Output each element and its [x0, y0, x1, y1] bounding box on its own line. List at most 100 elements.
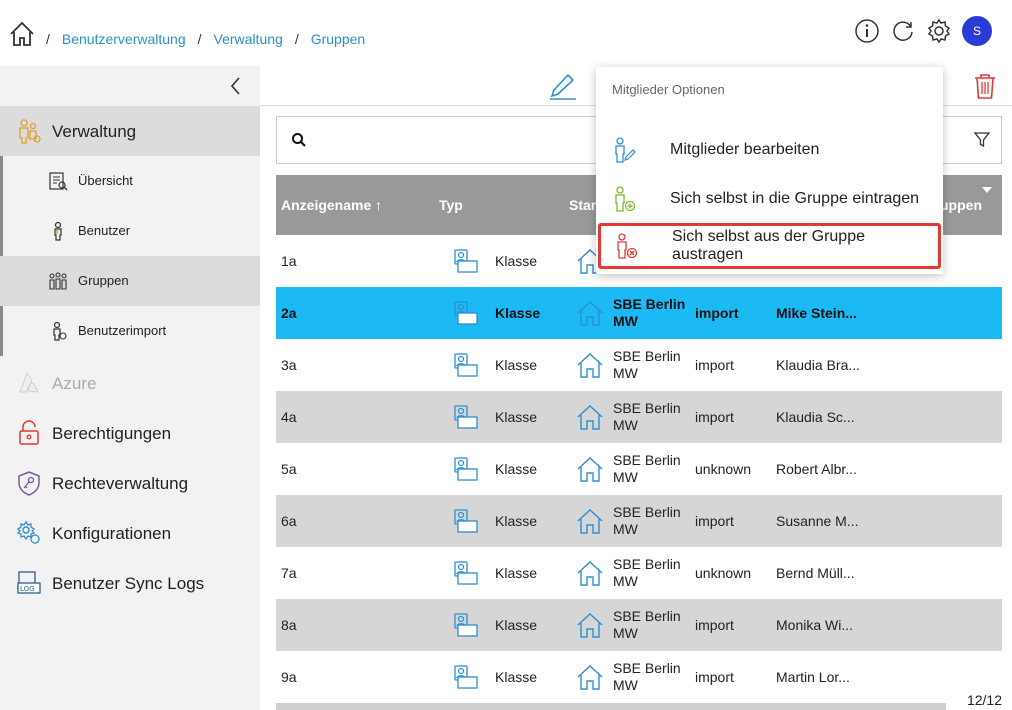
table-row[interactable]: 3a Klasse SBE Berlin MW import Klaudia Bra..…	[276, 339, 1002, 391]
user-icon	[54, 221, 62, 241]
lock-icon	[19, 420, 39, 445]
sidebar-item-benutzer[interactable]: Benutzer	[0, 206, 260, 256]
location-house-icon	[577, 301, 603, 326]
class-icon	[454, 301, 478, 325]
cell-owner: Susanne M...	[776, 513, 859, 529]
menu-item-label: Sich selbst in die Gruppe eintragen	[670, 190, 920, 207]
svg-text:LOG: LOG	[20, 585, 35, 593]
info-icon[interactable]	[854, 18, 880, 44]
menu-item-join-group[interactable]: Sich selbst in die Gruppe eintragen	[596, 176, 943, 222]
sidebar-item-label: Verwaltung	[52, 122, 137, 141]
class-icon	[454, 405, 478, 429]
class-icon	[454, 509, 478, 533]
cell-quelle: import	[695, 513, 734, 529]
header-actions: S	[854, 16, 992, 46]
cell-typ-icon	[452, 339, 480, 391]
user-add-icon	[615, 186, 636, 212]
pencil-icon[interactable]	[546, 70, 578, 102]
sidebar-item-berechtigungen[interactable]: Berechtigungen	[0, 408, 260, 458]
gear-icon[interactable]	[926, 18, 952, 44]
cell-owner: Klaudia Sc...	[776, 409, 855, 425]
sidebar-item-azure[interactable]: Azure	[0, 358, 260, 408]
chevron-left-icon[interactable]	[228, 76, 244, 96]
location-house-icon	[577, 353, 603, 378]
breadcrumb-separator: /	[46, 31, 50, 47]
location-house-icon	[577, 457, 603, 482]
menu-item-edit-members[interactable]: Mitglieder bearbeiten	[596, 127, 943, 173]
column-header-standort[interactable]: Stan	[569, 197, 599, 213]
log-file-icon: LOG	[17, 571, 41, 594]
home-icon[interactable]	[8, 20, 36, 48]
cell-standort: SBE Berlin MW	[613, 556, 681, 589]
filter-icon[interactable]	[973, 131, 991, 149]
sidebar-item-label: Übersicht	[78, 173, 133, 188]
breadcrumb-gruppen[interactable]: Gruppen	[311, 31, 365, 47]
table-row[interactable]: 7a Klasse SBE Berlin MW unknown Bernd Müll..…	[276, 547, 1002, 599]
cell-anzeigename: 9a	[281, 669, 297, 685]
cell-owner: Robert Albr...	[776, 461, 857, 477]
sidebar-item-gruppen[interactable]: Gruppen	[0, 256, 260, 306]
cell-typ: Klasse	[495, 357, 538, 373]
user-import-icon	[53, 321, 67, 341]
class-icon	[454, 353, 478, 377]
cell-standort: SBE Berlin MW	[613, 504, 681, 537]
horizontal-scrollbar[interactable]	[276, 703, 946, 710]
column-header-gruppen[interactable]: uppen	[940, 197, 982, 213]
table-row[interactable]: 4a Klasse SBE Berlin MW import Klaudia Sc...	[276, 391, 1002, 443]
menu-title: Mitglieder Optionen	[612, 82, 725, 97]
cell-standort: SBE Berlin MW	[613, 400, 681, 433]
cell-quelle: import	[695, 409, 734, 425]
table-row[interactable]: 5a Klasse SBE Berlin MW unknown Robert Albr.…	[276, 443, 1002, 495]
cell-typ-icon	[452, 547, 480, 599]
sidebar: Verwaltung Übersicht Benutzer Gruppen Be…	[0, 66, 260, 710]
cell-quelle: import	[695, 669, 734, 685]
app-header: / Benutzerverwaltung / Verwaltung / Grup…	[0, 0, 1012, 66]
chevron-down-icon[interactable]	[982, 187, 992, 193]
cell-typ: Klasse	[495, 305, 541, 321]
search-icon	[292, 133, 306, 147]
table-row[interactable]: 8a Klasse SBE Berlin MW import Monika Wi...	[276, 599, 1002, 651]
cell-anzeigename: 6a	[281, 513, 297, 529]
location-house-icon	[577, 405, 603, 430]
sidebar-item-uebersicht[interactable]: Übersicht	[0, 156, 260, 206]
cell-typ: Klasse	[495, 461, 538, 477]
sidebar-item-label: Benutzer Sync Logs	[52, 574, 205, 593]
cell-quelle: import	[695, 617, 734, 633]
table-row[interactable]: 6a Klasse SBE Berlin MW import Susanne M...	[276, 495, 1002, 547]
overview-icon	[49, 172, 68, 191]
cell-owner: Klaudia Bra...	[776, 357, 861, 373]
cell-anzeigename: 8a	[281, 617, 297, 633]
column-header-anzeigename[interactable]: Anzeigename ↑	[281, 197, 382, 213]
breadcrumb-benutzerverwaltung[interactable]: Benutzerverwaltung	[62, 31, 186, 47]
sidebar-item-label: Benutzer	[78, 223, 131, 238]
cell-owner: Monika Wi...	[776, 617, 854, 633]
sidebar-item-konfigurationen[interactable]: Konfigurationen	[0, 508, 260, 558]
cell-standort-icon	[576, 339, 604, 391]
cell-anzeigename: 4a	[281, 409, 297, 425]
cell-anzeigename: 3a	[281, 357, 297, 373]
table-row[interactable]: 9a Klasse SBE Berlin MW import Martin Lor...	[276, 651, 1002, 703]
breadcrumb: / Benutzerverwaltung / Verwaltung / Grup…	[46, 31, 377, 47]
avatar[interactable]: S	[962, 16, 992, 46]
sidebar-item-label: Azure	[52, 374, 97, 393]
cell-typ: Klasse	[495, 617, 538, 633]
column-header-typ[interactable]: Typ	[439, 197, 463, 213]
breadcrumb-verwaltung[interactable]: Verwaltung	[214, 31, 283, 47]
cell-typ: Klasse	[495, 513, 538, 529]
sidebar-item-label: Berechtigungen	[52, 424, 172, 443]
sidebar-item-label: Benutzerimport	[78, 323, 167, 338]
cell-typ: Klasse	[495, 253, 538, 269]
sidebar-item-benutzerimport[interactable]: Benutzerimport	[0, 306, 260, 356]
sidebar-item-benutzer-sync-logs[interactable]: LOG Benutzer Sync Logs	[0, 558, 260, 608]
trash-icon[interactable]	[972, 72, 998, 100]
sidebar-item-verwaltung[interactable]: Verwaltung	[0, 106, 260, 156]
menu-item-label: Sich selbst aus der Gruppe austragen	[672, 228, 865, 263]
menu-item-leave-group[interactable]: Sich selbst aus der Gruppe austragen	[598, 223, 941, 269]
cell-quelle: unknown	[695, 461, 752, 477]
refresh-icon[interactable]	[890, 18, 916, 44]
sidebar-item-rechteverwaltung[interactable]: Rechteverwaltung	[0, 458, 260, 508]
cell-standort: SBE Berlin MW	[613, 348, 681, 381]
cell-typ: Klasse	[495, 669, 538, 685]
table-row[interactable]: 2a Klasse SBE Berlin MW import Mike Stein...	[276, 287, 1002, 339]
location-house-icon	[577, 509, 603, 534]
